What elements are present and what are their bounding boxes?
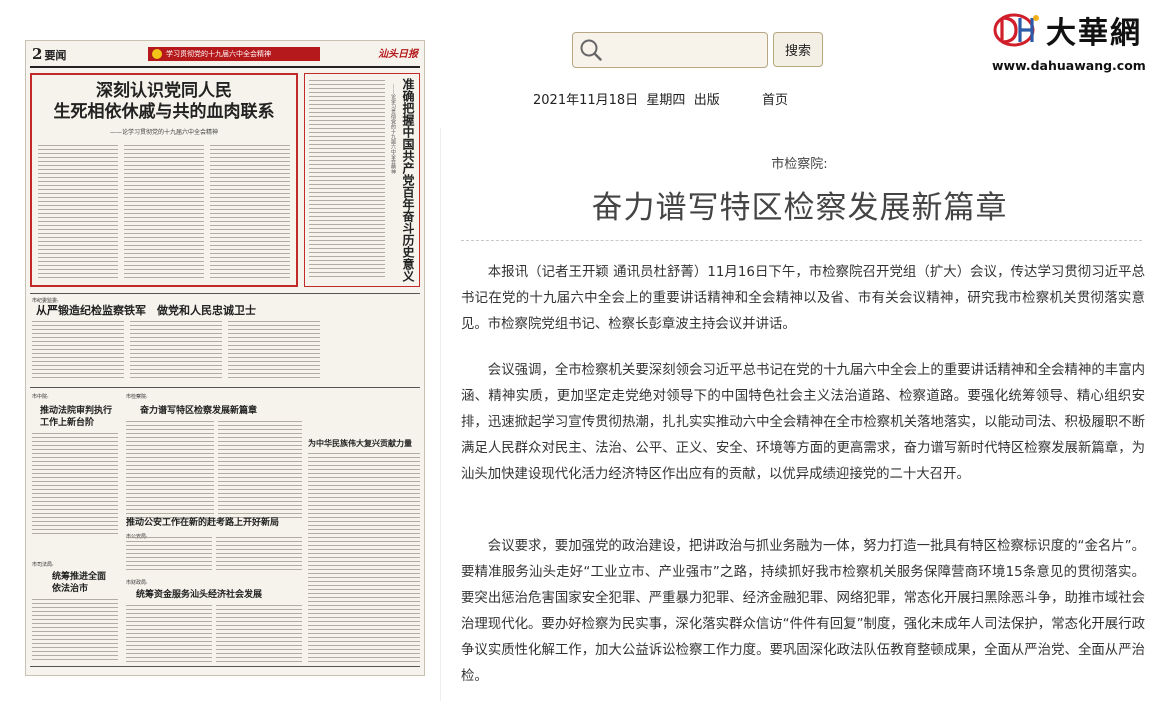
search-icon	[580, 39, 602, 61]
site-logo-text: 大華網	[1046, 16, 1142, 51]
lead-story[interactable]: 深刻认识党同人民 生死相依休戚与共的血肉联系 ——论学习贯彻党的十九届六中全会精…	[30, 73, 298, 287]
story-kicker: 市纪委监委:	[32, 298, 59, 304]
article-kicker: 市检察院:	[771, 157, 828, 172]
story-kicker: 市司法局:	[32, 562, 54, 568]
lead-story-subtitle: ——论学习贯彻党的十九届六中全会精神	[109, 129, 218, 136]
story-title[interactable]: 从严锻造纪检监察铁军 做党和人民忠诚卫士	[36, 305, 256, 317]
site-url: www.dahuawang.com	[992, 58, 1146, 73]
story-title[interactable]: 奋力谱写特区检察发展新篇章	[140, 405, 257, 417]
text-column	[228, 321, 320, 381]
text-column	[126, 537, 212, 573]
story-title[interactable]: 推动公安工作在新的赶考路上开好新局	[126, 517, 279, 529]
article-paragraph: 本报讯（记者王开颖 通讯员杜舒菁）11月16日下午，市检察院召开党组（扩大）会议…	[461, 265, 1145, 332]
newspaper-header: 2 要闻 学习贯彻党的十九届六中全会精神 汕头日报	[30, 44, 420, 68]
text-column	[126, 605, 212, 663]
story-title[interactable]: 统筹推进全面依法治市	[52, 571, 112, 595]
newspaper-page-number: 2 要闻	[32, 45, 67, 63]
side-commentary[interactable]: 准确把握中国共产党百年奋斗历史意义 ——论学习贯彻党的十九届六中全会精神	[304, 73, 420, 287]
search-button[interactable]: 搜索	[773, 32, 823, 67]
newspaper-banner: 学习贯彻党的十九届六中全会精神	[148, 47, 320, 61]
text-column	[309, 80, 385, 280]
text-column	[216, 605, 302, 663]
text-column	[218, 421, 302, 521]
newspaper-logo: 汕头日报	[378, 49, 418, 60]
article: 市检察院: 奋力谱写特区检察发展新篇章 本报讯（记者王开颖 通讯员杜舒菁）11月…	[440, 128, 1158, 701]
side-commentary-title: 准确把握中国共产党百年奋斗历史意义	[401, 78, 415, 282]
party-emblem-icon	[152, 49, 162, 59]
dh-logo-icon	[993, 13, 1039, 47]
text-column	[210, 145, 290, 281]
text-column	[126, 421, 214, 521]
site-logo[interactable]: 大華網 www.dahuawang.com	[992, 6, 1152, 76]
search-box[interactable]	[572, 32, 768, 68]
story-title[interactable]: 统筹资金服务汕头经济社会发展	[136, 589, 262, 601]
article-paragraph: 会议要求，要加强党的政治建设，把讲政治与抓业务融为一体，努力打造一批具有特区检察…	[461, 539, 1145, 684]
story-kicker: 市检察院:	[126, 394, 148, 400]
story-kicker: 市中院:	[32, 394, 49, 400]
divider	[30, 293, 420, 294]
search-input[interactable]	[607, 37, 767, 65]
home-link[interactable]: 首页	[762, 89, 788, 108]
story-title[interactable]: 推动法院审判执行工作上新台阶	[40, 405, 120, 429]
story-title[interactable]: 为中华民族伟大复兴贡献力量	[308, 437, 412, 449]
text-column	[32, 433, 118, 537]
divider	[30, 387, 420, 388]
text-column	[216, 537, 302, 573]
text-column	[32, 321, 124, 381]
article-title: 奋力谱写特区检察发展新篇章	[591, 190, 1008, 226]
issue-date: 2021年11月18日 星期四 出版	[533, 93, 720, 108]
text-column	[130, 321, 222, 381]
side-commentary-subtitle: ——论学习贯彻党的十九届六中全会精神	[390, 84, 396, 174]
text-column	[38, 145, 118, 281]
title-divider	[461, 240, 1142, 241]
newspaper-footer	[30, 666, 420, 673]
text-column	[32, 599, 118, 663]
article-paragraph: 会议强调，全市检察机关要深刻领会习近平总书记在党的十九届六中全会上的重要讲话精神…	[461, 363, 1145, 482]
text-column	[308, 453, 420, 663]
lead-story-title: 深刻认识党同人民 生死相依休戚与共的血肉联系	[53, 81, 275, 122]
newspaper-page-thumbnail[interactable]: 2 要闻 学习贯彻党的十九届六中全会精神 汕头日报 深刻认识党同人民 生死相依休戚…	[25, 40, 425, 676]
story-kicker: 市财政局:	[126, 580, 148, 586]
text-column	[124, 145, 204, 281]
